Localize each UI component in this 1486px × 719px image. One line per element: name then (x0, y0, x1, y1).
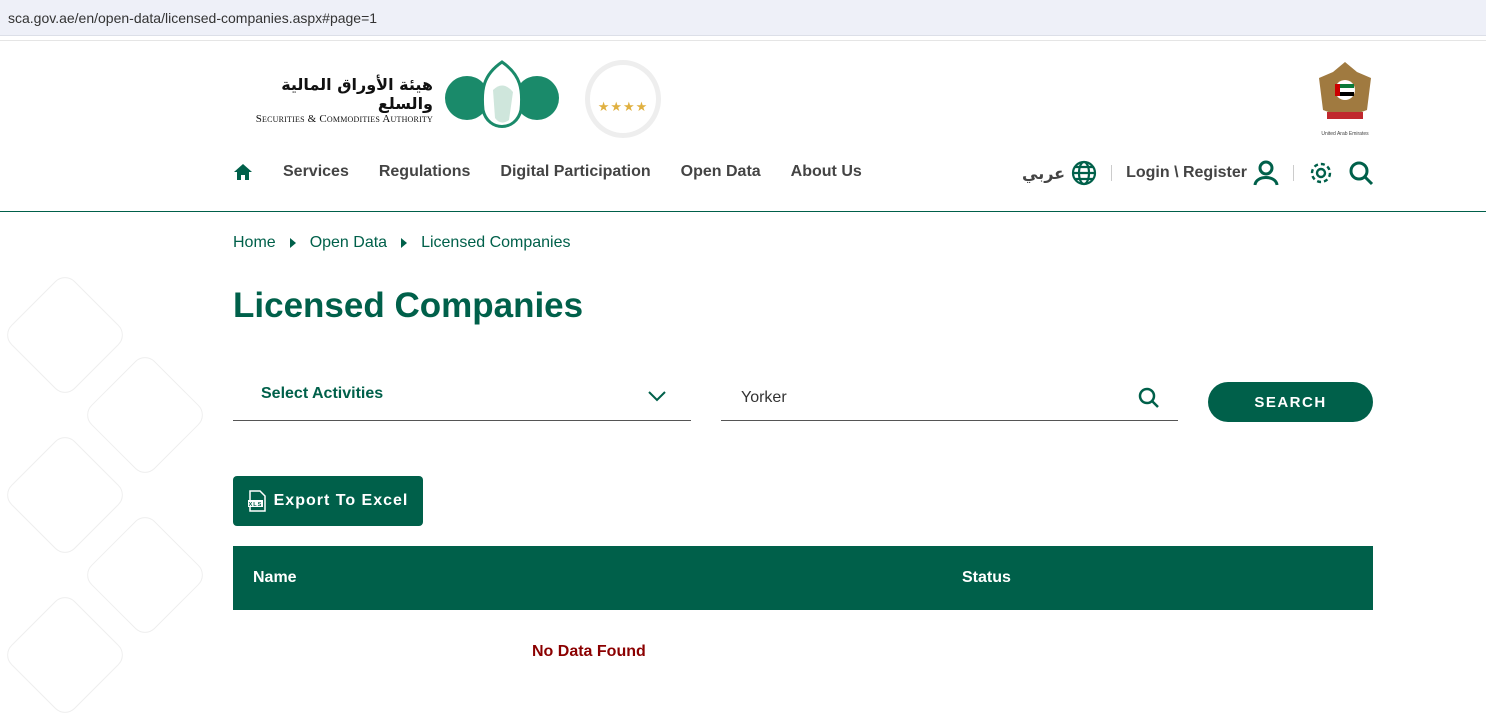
export-label: Export To Excel (273, 492, 409, 509)
chevron-down-icon (648, 391, 666, 402)
address-bar[interactable]: sca.gov.ae/en/open-data/licensed-compani… (0, 0, 1486, 36)
login-label: Login \ Register (1126, 164, 1247, 181)
nav-about-us[interactable]: About Us (791, 163, 862, 181)
divider (1111, 165, 1113, 181)
column-name[interactable]: Name (253, 569, 297, 587)
breadcrumb-home[interactable]: Home (233, 234, 276, 252)
uae-caption: United Arab Emirates (1321, 131, 1369, 137)
activities-label: Select Activities (261, 385, 384, 402)
login-register-link[interactable]: Login \ Register (1126, 160, 1279, 186)
nav-open-data[interactable]: Open Data (681, 163, 761, 181)
uae-emblem: United Arab Emirates (1315, 58, 1375, 137)
language-switch[interactable]: عربي (1022, 160, 1097, 186)
column-status[interactable]: Status (962, 569, 1011, 587)
stars-icon: ★★★★ (597, 99, 649, 114)
divider (0, 40, 1486, 41)
main-nav: Services Regulations Digital Participati… (233, 163, 862, 181)
export-excel-button[interactable]: XLS Export To Excel (233, 476, 423, 526)
nav-regulations[interactable]: Regulations (379, 163, 471, 181)
background-decoration (0, 260, 240, 719)
chevron-right-icon (289, 238, 296, 248)
activities-select[interactable]: Select Activities (233, 370, 691, 421)
language-label: عربي (1022, 163, 1066, 183)
logo-english: Securities & Commodities Authority (255, 113, 433, 125)
svg-text:XLS: XLS (248, 502, 262, 508)
search-input[interactable]: Yorker (721, 370, 1178, 421)
url-text: sca.gov.ae/en/open-data/licensed-compani… (8, 10, 378, 26)
search-button[interactable]: SEARCH (1208, 382, 1373, 422)
divider (1293, 165, 1294, 181)
rating-badge: ★★★★ (585, 60, 661, 138)
gear-icon[interactable] (1308, 160, 1334, 186)
search-icon[interactable] (1138, 387, 1160, 409)
utility-nav: عربي Login \ Register (1022, 160, 1374, 186)
breadcrumb-current: Licensed Companies (421, 234, 571, 251)
empty-message: No Data Found (532, 643, 646, 660)
breadcrumb: Home Open Data Licensed Companies (233, 234, 571, 252)
globe-icon (1071, 160, 1097, 186)
header-divider (0, 211, 1486, 212)
page-title: Licensed Companies (233, 286, 584, 325)
breadcrumb-open-data[interactable]: Open Data (310, 234, 387, 252)
nav-services[interactable]: Services (283, 163, 349, 181)
falcon-emblem-icon (445, 60, 559, 128)
xls-file-icon: XLS (247, 490, 266, 512)
chevron-right-icon (401, 238, 408, 248)
home-icon[interactable] (233, 163, 253, 181)
search-icon[interactable] (1348, 160, 1374, 186)
search-value: Yorker (741, 389, 787, 406)
logo-arabic: هيئة الأوراق المالية والسلع (281, 75, 433, 113)
nav-digital-participation[interactable]: Digital Participation (500, 163, 650, 181)
eagle-icon (1319, 62, 1371, 119)
user-icon (1253, 160, 1279, 186)
sca-logo[interactable]: هيئة الأوراق المالية والسلع Securities &… (233, 60, 561, 140)
table-header: Name Status (233, 546, 1373, 610)
